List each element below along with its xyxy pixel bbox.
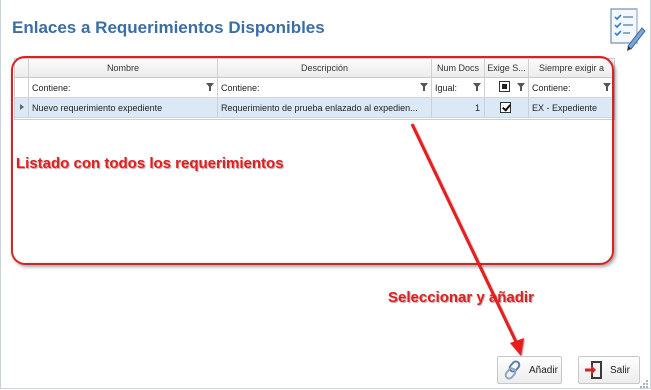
add-button-label: Añadir — [529, 364, 558, 376]
exit-door-icon — [585, 361, 602, 379]
window-title: Enlaces a Requerimientos Disponibles — [12, 18, 325, 37]
exit-button-label: Salir — [610, 364, 631, 376]
exit-button[interactable]: Salir — [578, 356, 640, 384]
checklist-document-icon — [610, 8, 646, 51]
link-chain-icon — [504, 360, 521, 380]
annotation-action-note: Seleccionar y añadir — [388, 289, 534, 306]
annotation-list-note: Listado con todos los requerimientos — [16, 155, 284, 172]
resize-grip-icon[interactable] — [640, 380, 648, 388]
add-button[interactable]: Añadir — [497, 356, 562, 384]
